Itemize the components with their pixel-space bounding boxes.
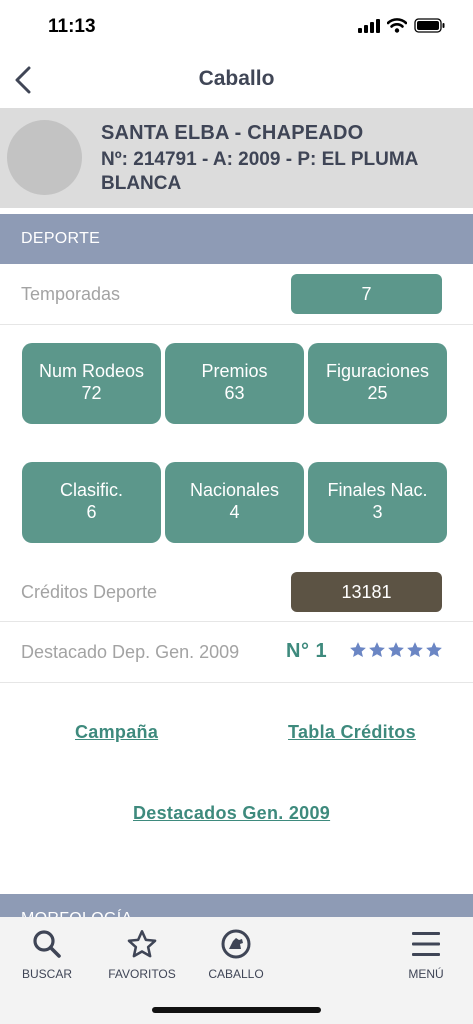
section-title: DEPORTE (21, 230, 101, 247)
horse-header: SANTA ELBA - CHAPEADO Nº: 214791 - A: 20… (0, 108, 473, 208)
menu-icon (412, 932, 440, 956)
star-icon (426, 642, 442, 658)
page-title: Caballo (198, 67, 275, 90)
horse-name: SANTA ELBA - CHAPEADO (101, 122, 364, 144)
star-icon (127, 930, 157, 958)
wifi-icon (387, 18, 407, 33)
temporadas-row: Temporadas 7 (0, 264, 473, 324)
stat-finales-nac[interactable]: Finales Nac. 3 (308, 462, 447, 543)
stat-num-rodeos[interactable]: Num Rodeos 72 (22, 343, 161, 424)
stat-label: Figuraciones (325, 361, 430, 381)
horse-avatar (7, 120, 82, 195)
section-header-deporte: DEPORTE (0, 214, 473, 264)
tab-caballo[interactable]: CABALLO (191, 923, 281, 981)
horse-icon (221, 929, 251, 959)
stat-label: Finales Nac. (327, 480, 428, 500)
tab-buscar[interactable]: BUSCAR (2, 923, 92, 981)
stat-value: 4 (229, 502, 240, 522)
stat-value: 72 (81, 383, 102, 403)
status-icons (358, 18, 445, 33)
tab-menu[interactable]: MENÚ (381, 923, 471, 981)
stat-value: 25 (367, 383, 388, 403)
stat-label: Clasific. (59, 480, 123, 500)
temporadas-value: 7 (291, 274, 442, 314)
signal-icon (358, 18, 380, 33)
tab-label: MENÚ (408, 967, 444, 981)
star-icon (388, 642, 404, 658)
rating-stars (349, 641, 443, 659)
stat-premios[interactable]: Premios 63 (165, 343, 304, 424)
stat-value: 63 (224, 383, 245, 403)
search-icon (33, 930, 61, 958)
tabla-creditos-link[interactable]: Tabla Créditos (288, 722, 416, 743)
campana-link[interactable]: Campaña (75, 722, 158, 743)
destacado-label: Destacado Dep. Gen. 2009 (21, 642, 240, 662)
divider (0, 682, 473, 683)
stat-value: 3 (372, 502, 383, 522)
star-icon (350, 642, 366, 658)
tab-favoritos[interactable]: FAVORITOS (97, 923, 187, 981)
star-icon (369, 642, 385, 658)
temporadas-label: Temporadas (21, 284, 121, 304)
stat-label: Premios (201, 361, 268, 381)
horse-info: Nº: 214791 - A: 2009 - P: EL PLUMA BLANC… (101, 149, 418, 194)
navigation-bar: Caballo (0, 52, 473, 108)
stat-clasific[interactable]: Clasific. 6 (22, 462, 161, 543)
battery-icon (414, 18, 445, 33)
tab-label: CABALLO (208, 967, 264, 981)
tab-label: BUSCAR (21, 967, 72, 981)
destacados-gen-link[interactable]: Destacados Gen. 2009 (133, 803, 330, 824)
stat-label: Nacionales (189, 480, 280, 500)
status-bar: 11:13 (0, 0, 473, 52)
tab-label: FAVORITOS (108, 967, 176, 981)
stat-nacionales[interactable]: Nacionales 4 (165, 462, 304, 543)
stat-label: Num Rodeos (38, 361, 145, 381)
star-icon (407, 642, 423, 658)
stat-value: 6 (86, 502, 97, 522)
creditos-label: Créditos Deporte (21, 582, 158, 602)
status-time: 11:13 (48, 16, 96, 37)
creditos-value: 13181 (291, 572, 442, 612)
divider (0, 324, 473, 325)
destacado-rank: N° 1 (286, 640, 328, 662)
home-indicator (152, 1007, 321, 1013)
creditos-row: Créditos Deporte 13181 (0, 562, 473, 622)
stat-figuraciones[interactable]: Figuraciones 25 (308, 343, 447, 424)
